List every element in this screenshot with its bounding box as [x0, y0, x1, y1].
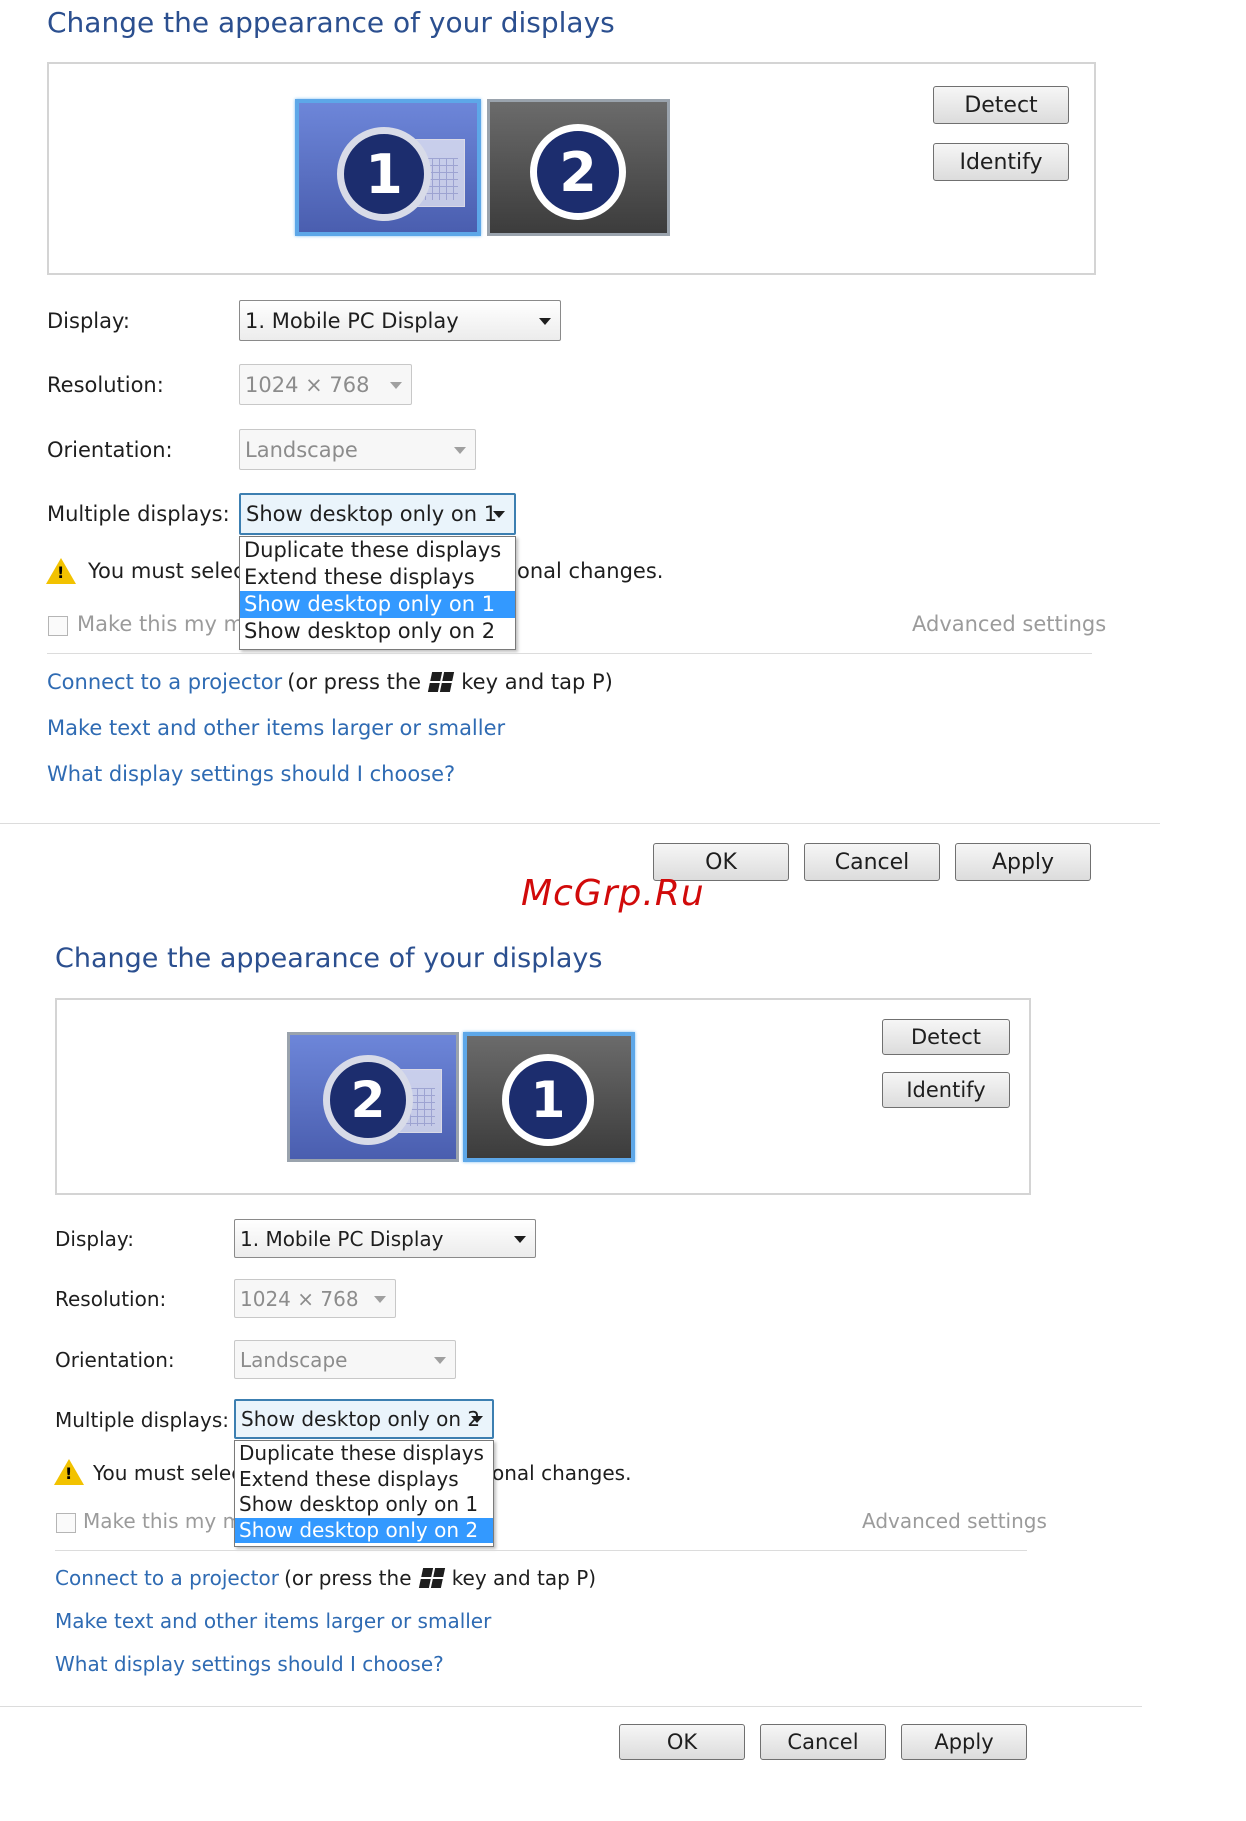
display-select[interactable]: 1. Mobile PC Display: [239, 300, 561, 341]
display-select[interactable]: 1. Mobile PC Display: [234, 1219, 536, 1258]
connect-projector-link[interactable]: Connect to a projector: [47, 670, 282, 694]
orientation-select: Landscape: [234, 1340, 456, 1379]
connect-hint-1: (or press the: [287, 670, 422, 694]
monitor-number-badge: 1: [337, 127, 431, 221]
page-title: Change the appearance of your displays: [47, 6, 615, 39]
resolution-select-value: 1024 × 768: [240, 1286, 359, 1311]
main-display-label: Make this my ma: [83, 1509, 255, 1533]
display-label: Display:: [47, 309, 130, 333]
orientation-label: Orientation:: [47, 438, 173, 462]
option-duplicate[interactable]: Duplicate these displays: [235, 1441, 493, 1467]
chevron-down-icon: [514, 1235, 526, 1243]
divider: [47, 653, 1092, 654]
identify-button[interactable]: Identify: [933, 143, 1069, 181]
connect-projector-link[interactable]: Connect to a projector: [55, 1566, 279, 1590]
warning-text-start: You must select: [93, 1461, 251, 1485]
main-display-checkbox[interactable]: [56, 1513, 76, 1533]
divider: [55, 1550, 1027, 1551]
display-select-value: 1. Mobile PC Display: [240, 1226, 444, 1251]
connect-projector-row: Connect to a projector (or press the key…: [55, 1566, 596, 1590]
multiple-displays-value: Show desktop only on 2: [241, 1407, 481, 1431]
display-select-value: 1. Mobile PC Display: [245, 308, 459, 333]
option-extend[interactable]: Extend these displays: [235, 1467, 493, 1493]
monitor-number-badge: 2: [323, 1055, 413, 1145]
warning-icon: !: [54, 1459, 84, 1485]
connect-hint-2: key and tap P): [461, 670, 613, 694]
apply-button[interactable]: Apply: [901, 1724, 1027, 1760]
chevron-down-icon: [493, 511, 505, 518]
footer-divider: [0, 823, 1160, 824]
cancel-button[interactable]: Cancel: [760, 1724, 886, 1760]
warning-icon: !: [46, 558, 76, 584]
orientation-select-value: Landscape: [240, 1347, 348, 1372]
detect-button[interactable]: Detect: [882, 1019, 1010, 1055]
warning-text-start: You must select: [88, 559, 253, 583]
advanced-settings-link[interactable]: Advanced settings: [862, 1509, 1047, 1533]
main-display-checkbox[interactable]: [48, 616, 68, 636]
windows-key-icon: [418, 1568, 445, 1588]
orientation-label: Orientation:: [55, 1348, 175, 1372]
resolution-label: Resolution:: [55, 1287, 167, 1311]
monitor-1-thumbnail[interactable]: 1: [295, 99, 481, 236]
multiple-displays-select[interactable]: Show desktop only on 1: [239, 493, 516, 535]
monitor-2-thumbnail[interactable]: 2: [287, 1032, 459, 1162]
multiple-displays-label: Multiple displays:: [47, 502, 230, 526]
chevron-down-icon: [390, 381, 402, 389]
resolution-select-value: 1024 × 768: [245, 372, 370, 397]
advanced-settings-link[interactable]: Advanced settings: [912, 612, 1106, 636]
option-show-only-1[interactable]: Show desktop only on 1: [240, 591, 515, 618]
main-display-label: Make this my ma: [77, 612, 257, 636]
detect-button[interactable]: Detect: [933, 86, 1069, 124]
help-link[interactable]: What display settings should I choose?: [55, 1652, 444, 1676]
display-label: Display:: [55, 1227, 135, 1251]
warning-text-end: onal changes.: [492, 1461, 632, 1485]
multiple-displays-dropdown[interactable]: Duplicate these displays Extend these di…: [234, 1440, 494, 1547]
connect-hint-1: (or press the: [284, 1566, 412, 1590]
help-link[interactable]: What display settings should I choose?: [47, 762, 455, 786]
connect-projector-row: Connect to a projector (or press the key…: [47, 670, 613, 694]
option-duplicate[interactable]: Duplicate these displays: [240, 537, 515, 564]
multiple-displays-dropdown[interactable]: Duplicate these displays Extend these di…: [239, 536, 516, 650]
orientation-select: Landscape: [239, 429, 476, 470]
apply-button[interactable]: Apply: [955, 843, 1091, 881]
watermark: McGrp.Ru: [521, 873, 705, 914]
resolution-select: 1024 × 768: [239, 364, 412, 405]
monitor-number-badge: 1: [502, 1054, 594, 1146]
option-show-only-1[interactable]: Show desktop only on 1: [235, 1492, 493, 1518]
identify-button[interactable]: Identify: [882, 1072, 1010, 1108]
page-title: Change the appearance of your displays: [55, 943, 603, 974]
monitor-1-thumbnail[interactable]: 1: [463, 1032, 635, 1162]
cancel-button[interactable]: Cancel: [804, 843, 940, 881]
option-extend[interactable]: Extend these displays: [240, 564, 515, 591]
display-preview-area: 2 1 Detect Identify: [55, 998, 1031, 1195]
windows-key-icon: [428, 672, 455, 692]
resolution-label: Resolution:: [47, 373, 164, 397]
monitor-number-badge: 2: [530, 124, 626, 220]
multiple-displays-select[interactable]: Show desktop only on 2: [234, 1399, 494, 1439]
chevron-down-icon: [374, 1295, 386, 1303]
footer-divider: [0, 1706, 1142, 1707]
connect-hint-2: key and tap P): [451, 1566, 597, 1590]
monitor-2-thumbnail[interactable]: 2: [487, 99, 670, 236]
multiple-displays-label: Multiple displays:: [55, 1408, 229, 1432]
chevron-down-icon: [471, 1416, 483, 1423]
display-preview-area: 1 2 Detect Identify: [47, 62, 1096, 275]
text-size-link[interactable]: Make text and other items larger or smal…: [55, 1609, 491, 1633]
warning-text-end: onal changes.: [517, 559, 664, 583]
text-size-link[interactable]: Make text and other items larger or smal…: [47, 716, 505, 740]
chevron-down-icon: [539, 317, 551, 325]
option-show-only-2[interactable]: Show desktop only on 2: [240, 618, 515, 645]
orientation-select-value: Landscape: [245, 437, 358, 462]
resolution-select: 1024 × 768: [234, 1279, 396, 1318]
option-show-only-2[interactable]: Show desktop only on 2: [235, 1517, 493, 1543]
chevron-down-icon: [434, 1356, 446, 1364]
ok-button[interactable]: OK: [619, 1724, 745, 1760]
chevron-down-icon: [454, 446, 466, 454]
multiple-displays-value: Show desktop only on 1: [246, 502, 498, 526]
